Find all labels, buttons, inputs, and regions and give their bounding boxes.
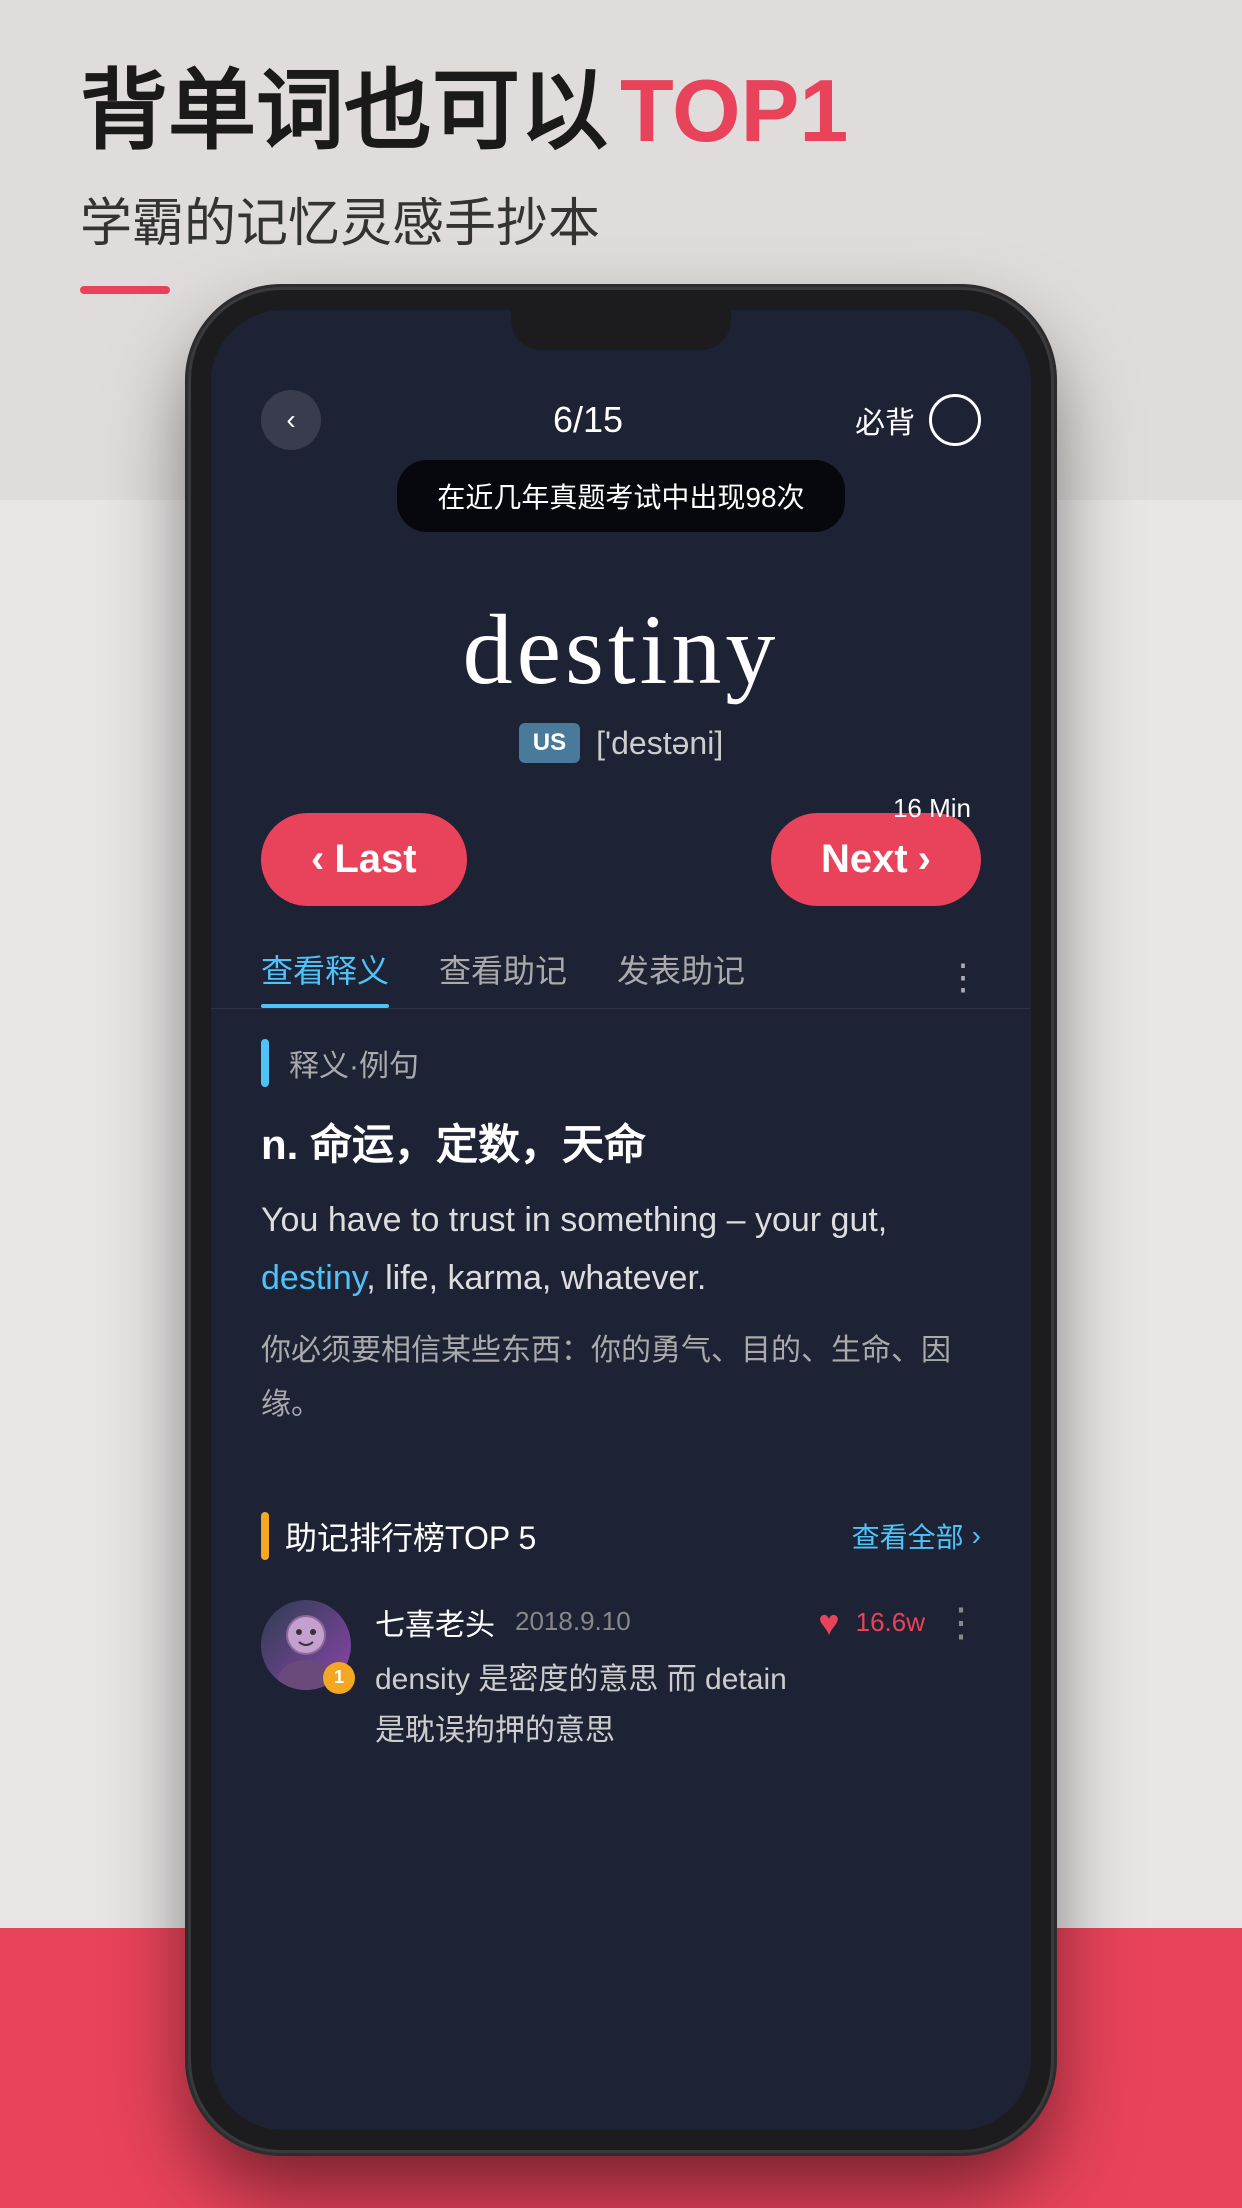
section-title-definition: 释义·例句 — [289, 1041, 419, 1085]
last-label: Last — [334, 837, 416, 882]
example-sentence-en: You have to trust in something – your gu… — [261, 1192, 981, 1308]
more-options-icon[interactable]: ⋮ — [941, 1600, 981, 1646]
next-label: Next — [821, 837, 908, 882]
mnemonic-header: 助记排行榜TOP 5 查看全部 › — [261, 1512, 981, 1560]
avatar-wrapper: 1 — [261, 1600, 351, 1690]
post-date: 2018.9.10 — [515, 1606, 631, 1637]
must-memorize-circle[interactable] — [929, 394, 981, 446]
tab-mnemonic-view[interactable]: 查看助记 — [439, 946, 567, 1008]
tab-mnemonic-view-label: 查看助记 — [439, 953, 567, 989]
mnemonic-content: density 是密度的意思 而 detain 是耽误拘押的意思 — [375, 1654, 794, 1756]
user-actions: ♥ 16.6w ⋮ — [818, 1600, 981, 1646]
view-all-label: 查看全部 — [852, 1516, 964, 1556]
last-button[interactable]: ‹ Last — [261, 813, 467, 906]
time-label: 16 Min — [893, 793, 971, 824]
nav-buttons-wrapper: 16 Min ‹ Last Next › — [211, 783, 1031, 926]
progress-indicator: 6/15 — [553, 399, 623, 441]
next-arrow-icon: › — [918, 837, 931, 882]
next-button[interactable]: Next › — [771, 813, 981, 906]
tab-mnemonic-post[interactable]: 发表助记 — [617, 946, 745, 1008]
tab-definition-label: 查看释义 — [261, 953, 389, 989]
section-label-definition: 释义·例句 — [261, 1039, 981, 1087]
user-card: 1 七喜老头 2018.9.10 density 是密度的意思 而 detain… — [261, 1580, 981, 1776]
phone-screen: ‹ 6/15 必背 在近几年真题考试中出现98次 destiny US ['de… — [211, 310, 1031, 2130]
rank-badge: 1 — [323, 1662, 355, 1694]
top-nav: ‹ 6/15 必背 — [211, 370, 1031, 460]
mnemonic-title-row: 助记排行榜TOP 5 — [261, 1512, 536, 1560]
example-text-part2: , life, karma, whatever. — [366, 1259, 706, 1297]
word-area: destiny US ['destəni] — [211, 562, 1031, 783]
tooltip-container: 在近几年真题考试中出现98次 — [211, 460, 1031, 562]
main-word: destiny — [251, 592, 991, 707]
last-arrow-icon: ‹ — [311, 837, 324, 882]
phonetic-text: ['destəni] — [596, 725, 723, 762]
phone-outer: ‹ 6/15 必背 在近几年真题考试中出现98次 destiny US ['de… — [191, 290, 1051, 2150]
user-meta: 七喜老头 2018.9.10 — [375, 1600, 794, 1644]
section-bar-blue — [261, 1039, 269, 1087]
header-title-prefix: 背单词也可以 — [80, 60, 608, 161]
like-count: 16.6w — [856, 1607, 925, 1638]
tabs-bar: 查看释义 查看助记 发表助记 ⋮ — [211, 926, 1031, 1009]
phone-wrapper: ‹ 6/15 必背 在近几年真题考试中出现98次 destiny US ['de… — [191, 290, 1051, 2150]
phonetic-row: US ['destəni] — [251, 723, 991, 763]
view-all-arrow-icon: › — [972, 1520, 981, 1552]
must-memorize-label: 必背 — [855, 398, 915, 442]
tab-more-icon[interactable]: ⋮ — [945, 956, 981, 998]
exam-tooltip: 在近几年真题考试中出现98次 — [397, 460, 844, 532]
example-sentence-cn: 你必须要相信某些东西：你的勇气、目的、生命、因缘。 — [261, 1324, 981, 1432]
back-icon: ‹ — [286, 404, 295, 436]
user-info: 七喜老头 2018.9.10 density 是密度的意思 而 detain 是… — [375, 1600, 794, 1756]
phone-notch — [511, 310, 731, 350]
definition-section: 释义·例句 n. 命运，定数，天命 You have to trust in s… — [211, 1009, 1031, 1492]
section-bar-yellow — [261, 1512, 269, 1560]
view-all-button[interactable]: 查看全部 › — [852, 1516, 981, 1556]
username: 七喜老头 — [375, 1600, 495, 1644]
mnemonic-section: 助记排行榜TOP 5 查看全部 › — [211, 1492, 1031, 1796]
back-button[interactable]: ‹ — [261, 390, 321, 450]
example-highlighted-word: destiny — [261, 1259, 366, 1297]
must-memorize-toggle[interactable]: 必背 — [855, 394, 981, 446]
phonetic-region-tag: US — [519, 723, 580, 763]
heart-icon[interactable]: ♥ — [818, 1602, 839, 1644]
definition-pos: n. 命运，定数，天命 — [261, 1111, 981, 1172]
header-decoration-line — [80, 286, 170, 294]
header-title-highlight: TOP1 — [620, 60, 848, 161]
tab-definition[interactable]: 查看释义 — [261, 946, 389, 1008]
header-title: 背单词也可以 TOP1 — [80, 60, 848, 161]
header-subtitle: 学霸的记忆灵感手抄本 — [80, 181, 848, 256]
example-text-part1: You have to trust in something – your gu… — [261, 1201, 887, 1239]
tab-mnemonic-post-label: 发表助记 — [617, 953, 745, 989]
header-area: 背单词也可以 TOP1 学霸的记忆灵感手抄本 — [80, 60, 848, 294]
mnemonic-title: 助记排行榜TOP 5 — [285, 1513, 536, 1559]
nav-row: ‹ Last Next › — [261, 793, 981, 926]
